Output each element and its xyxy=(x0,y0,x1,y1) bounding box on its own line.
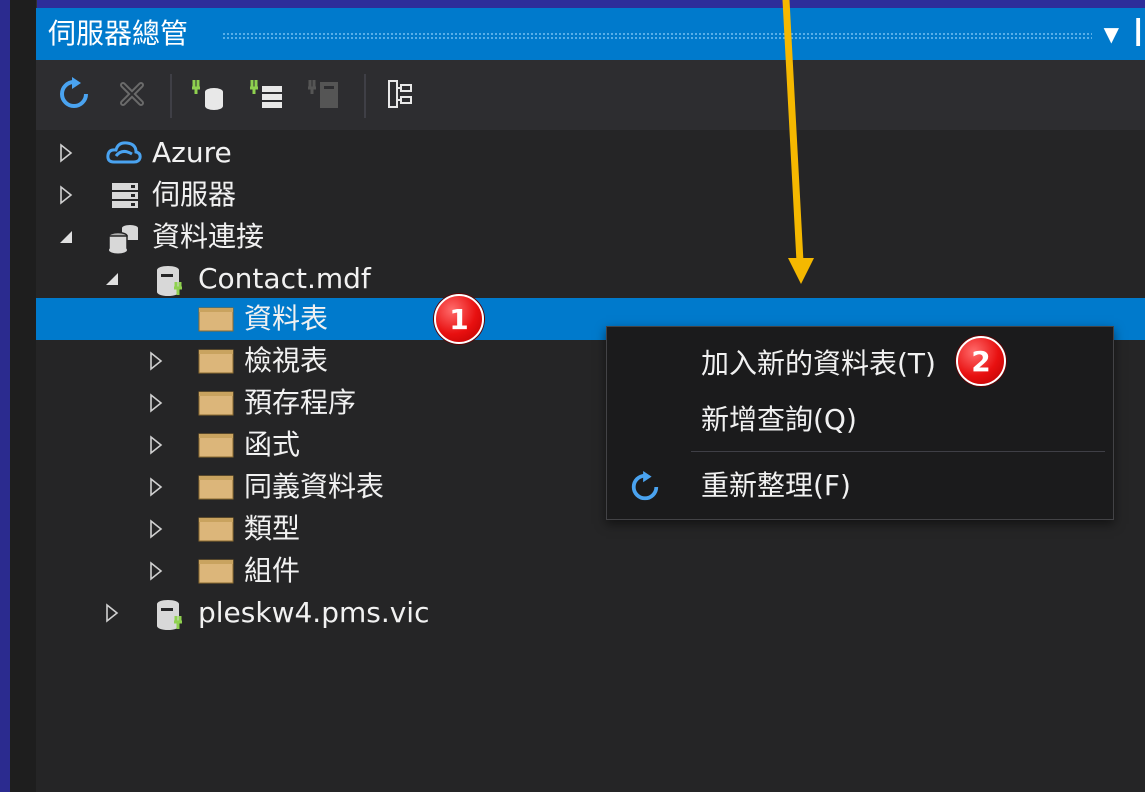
menu-item-refresh[interactable]: 重新整理(F) xyxy=(607,459,1113,513)
expand-chevron-icon[interactable] xyxy=(148,476,164,498)
connect-to-database-button[interactable] xyxy=(188,74,228,114)
connect-database-icon xyxy=(192,80,223,110)
tree-item-label: Contact.mdf xyxy=(198,262,371,295)
tree-item-assemblies[interactable]: 組件 xyxy=(36,550,1145,592)
window-position-dropdown-icon[interactable]: ▼ xyxy=(1104,22,1119,46)
expand-chevron-icon[interactable] xyxy=(148,350,164,372)
toolbar-separator xyxy=(170,74,172,118)
expand-chevron-icon[interactable] xyxy=(148,434,164,456)
connect-sharepoint-icon xyxy=(308,80,338,108)
folder-icon xyxy=(198,556,234,586)
expand-chevron-icon[interactable] xyxy=(148,392,164,414)
collapse-triangle-icon[interactable] xyxy=(104,268,120,290)
menu-item-label: 重新整理(F) xyxy=(701,469,851,502)
tree-item-pleskw4[interactable]: pleskw4.pms.vic xyxy=(36,592,1145,634)
connect-server-icon xyxy=(250,80,282,108)
folder-icon xyxy=(198,304,234,334)
tree-item-label: 檢視表 xyxy=(244,344,329,377)
tree-item-contact-mdf[interactable]: Contact.mdf xyxy=(36,258,1145,300)
tree-item-label: 資料表 xyxy=(244,302,329,335)
panel-title-bar[interactable]: 伺服器總管 ▼ ┃ xyxy=(36,8,1145,60)
refresh-icon xyxy=(629,471,661,507)
expand-chevron-icon[interactable] xyxy=(148,560,164,582)
step-2-badge: 2 xyxy=(956,336,1006,386)
database-icon xyxy=(154,598,188,630)
tree-item-label: 同義資料表 xyxy=(244,470,385,503)
expand-chevron-icon[interactable] xyxy=(58,184,74,206)
stop-refresh-button[interactable] xyxy=(112,74,152,114)
folder-icon xyxy=(198,472,234,502)
panel-title: 伺服器總管 xyxy=(48,17,189,50)
data-connections-icon xyxy=(106,222,140,254)
azure-cloud-icon xyxy=(106,138,142,168)
panel-toolbar xyxy=(36,60,1145,130)
expand-chevron-icon[interactable] xyxy=(104,602,120,624)
annotation-arrow xyxy=(782,0,814,284)
expand-chevron-icon[interactable] xyxy=(58,142,74,164)
step-1-badge: 1 xyxy=(434,294,484,344)
folder-icon xyxy=(198,430,234,460)
tree-item-label: 類型 xyxy=(244,512,301,545)
connect-to-sharepoint-button[interactable] xyxy=(304,74,344,114)
auto-hide-pin-icon[interactable]: ┃ xyxy=(1131,18,1145,46)
show-designer-button[interactable] xyxy=(382,74,422,114)
tree-item-label: Azure xyxy=(152,136,232,169)
connect-to-server-button[interactable] xyxy=(246,74,286,114)
stop-icon xyxy=(120,82,144,106)
context-menu: 加入新的資料表(T) 新增查詢(Q) 重新整理(F) xyxy=(606,326,1114,520)
menu-separator xyxy=(691,451,1105,452)
ide-side-gutter xyxy=(10,0,37,792)
collapse-triangle-icon[interactable] xyxy=(58,226,74,248)
tree-item-servers[interactable]: 伺服器 xyxy=(36,174,1145,216)
show-designer-icon xyxy=(388,80,412,108)
expand-chevron-icon[interactable] xyxy=(148,518,164,540)
database-icon xyxy=(154,264,188,296)
folder-icon xyxy=(198,388,234,418)
desktop-edge xyxy=(0,0,10,792)
tree-item-label: 資料連接 xyxy=(152,220,265,253)
title-grip xyxy=(222,32,1092,40)
folder-icon xyxy=(198,514,234,544)
refresh-icon xyxy=(60,77,88,108)
tree-item-label: 伺服器 xyxy=(152,178,237,211)
menu-item-label: 加入新的資料表(T) xyxy=(701,347,936,380)
tree-item-label: 函式 xyxy=(244,428,301,461)
tree-item-label: 預存程序 xyxy=(244,386,357,419)
folder-icon xyxy=(198,346,234,376)
toolbar-separator xyxy=(364,74,366,118)
menu-item-add-new-table[interactable]: 加入新的資料表(T) xyxy=(607,337,1113,391)
refresh-button[interactable] xyxy=(54,74,94,114)
menu-item-new-query[interactable]: 新增查詢(Q) xyxy=(607,393,1113,447)
menu-item-label: 新增查詢(Q) xyxy=(701,403,857,436)
server-icon xyxy=(110,180,144,210)
tree-item-label: 組件 xyxy=(244,554,301,587)
tree-item-azure[interactable]: Azure xyxy=(36,132,1145,174)
tree-item-data-connections[interactable]: 資料連接 xyxy=(36,216,1145,258)
tree-item-label: pleskw4.pms.vic xyxy=(198,596,430,629)
